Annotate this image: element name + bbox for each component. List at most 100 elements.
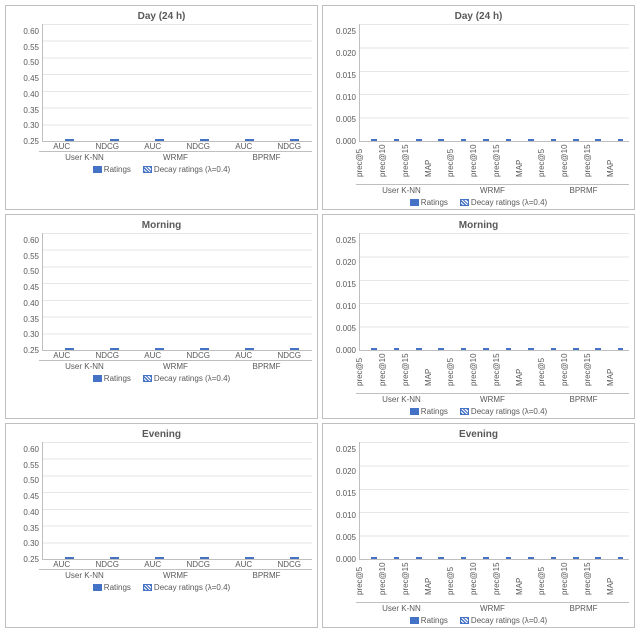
bar-group <box>584 348 606 350</box>
row-1: Day (24 h)0.600.550.500.450.400.350.300.… <box>5 5 635 210</box>
bar-decay <box>506 348 512 350</box>
x-tick-label: prec@5 <box>447 351 470 393</box>
x-tick-text: prec@10 <box>470 376 493 386</box>
bar-group <box>472 348 494 350</box>
x-tick-label: NDCG <box>85 142 131 151</box>
x-tick-text: prec@15 <box>584 376 607 386</box>
bar-decay <box>416 139 422 141</box>
bar-decay <box>245 139 254 141</box>
x-tick-label: prec@10 <box>379 142 402 184</box>
x-tick-label: AUC <box>39 560 85 569</box>
y-tick-label: 0.60 <box>11 28 39 36</box>
x-tick-text: prec@10 <box>561 376 584 386</box>
x-tick-label: prec@10 <box>379 560 402 602</box>
y-tick-label: 0.50 <box>11 477 39 485</box>
plot-area: 0.600.550.500.450.400.350.300.25 <box>11 24 312 142</box>
x-tick-label: AUC <box>130 560 176 569</box>
legend: RatingsDecay ratings (λ=0.4) <box>328 616 629 625</box>
bar-group <box>382 557 404 559</box>
x-tick-label: prec@5 <box>538 351 561 393</box>
x-tick-label: NDCG <box>267 351 313 360</box>
y-tick-label: 0.60 <box>11 446 39 454</box>
bar-group <box>427 557 449 559</box>
x-tick-label: MAP <box>515 351 538 393</box>
legend-text: Decay ratings (λ=0.4) <box>471 616 547 625</box>
x-tick-label: MAP <box>515 142 538 184</box>
x-tick-text: NDCG <box>186 142 210 151</box>
x-tick-text: NDCG <box>277 351 301 360</box>
x-tick-label: prec@10 <box>561 560 584 602</box>
x-tick-label: prec@10 <box>470 142 493 184</box>
x-tick-label: AUC <box>39 142 85 151</box>
bar-group <box>382 139 404 141</box>
x-tick-text: prec@5 <box>538 376 561 386</box>
x-tick-text: prec@5 <box>447 167 470 177</box>
legend-swatch-hatched <box>460 199 469 206</box>
legend-text: Ratings <box>104 583 131 592</box>
legend-text: Decay ratings (λ=0.4) <box>471 198 547 207</box>
bar-group <box>539 557 561 559</box>
y-tick-label: 0.45 <box>11 75 39 83</box>
y-tick-label: 0.60 <box>11 237 39 245</box>
plot-area: 0.600.550.500.450.400.350.300.25 <box>11 233 312 351</box>
bar-group <box>405 348 427 350</box>
y-tick-label: 0.005 <box>328 116 356 124</box>
x-tick-text: MAP <box>424 167 447 177</box>
bar-decay <box>483 348 489 350</box>
model-group-label: User K-NN <box>356 393 447 404</box>
bar-group <box>495 348 517 350</box>
bar-decay <box>200 348 209 350</box>
bar-decay <box>416 348 422 350</box>
x-tick-text: AUC <box>53 351 70 360</box>
bar-decay <box>371 348 377 350</box>
legend-swatch-hatched <box>143 375 152 382</box>
chart-panel: Day (24 h)0.0250.0200.0150.0100.0050.000… <box>322 5 635 210</box>
x-tick-label: MAP <box>515 560 538 602</box>
bar-decay <box>65 557 74 559</box>
y-tick-label: 0.015 <box>328 72 356 80</box>
x-tick-label: AUC <box>130 142 176 151</box>
chart-panel: Evening0.600.550.500.450.400.350.300.25A… <box>5 423 318 628</box>
legend-text: Decay ratings (λ=0.4) <box>154 583 230 592</box>
x-tick-label: prec@15 <box>493 560 516 602</box>
chart-panel: Day (24 h)0.600.550.500.450.400.350.300.… <box>5 5 318 210</box>
legend-item-decay: Decay ratings (λ=0.4) <box>143 165 230 174</box>
x-tick-label: MAP <box>606 351 629 393</box>
x-tick-label: MAP <box>606 560 629 602</box>
legend-item-decay: Decay ratings (λ=0.4) <box>460 407 547 416</box>
bar-decay <box>438 139 444 141</box>
x-tick-text: prec@15 <box>493 167 516 177</box>
y-tick-label: 0.50 <box>11 268 39 276</box>
bar-decay <box>155 139 164 141</box>
bar-group <box>539 139 561 141</box>
x-tick-text: AUC <box>235 351 252 360</box>
x-tick-text: NDCG <box>95 560 119 569</box>
bar-decay <box>483 139 489 141</box>
model-group-labels: User K-NNWRMFBPRMF <box>356 393 629 404</box>
x-tick-label: MAP <box>424 351 447 393</box>
x-tick-label: prec@10 <box>470 560 493 602</box>
x-tick-text: prec@5 <box>356 585 379 595</box>
legend-swatch-solid <box>93 375 102 382</box>
figure: Day (24 h) 0.600.550.500.450.400.350.300.… <box>0 0 640 637</box>
model-group-labels: User K-NNWRMFBPRMF <box>39 569 312 580</box>
bar-decay <box>290 348 299 350</box>
x-tick-label: prec@5 <box>538 560 561 602</box>
x-tick-label: prec@15 <box>493 351 516 393</box>
x-tick-text: AUC <box>235 560 252 569</box>
bar-decay <box>528 348 534 350</box>
x-tick-text: NDCG <box>186 560 210 569</box>
bar-group <box>382 348 404 350</box>
bars-area <box>42 24 312 142</box>
bar-group <box>222 557 267 559</box>
model-group-label: User K-NN <box>356 184 447 195</box>
y-tick-label: 0.55 <box>11 44 39 52</box>
bar-decay <box>394 557 400 559</box>
y-tick-label: 0.55 <box>11 462 39 470</box>
chart-title: Morning <box>328 220 629 231</box>
y-tick-label: 0.015 <box>328 281 356 289</box>
bar-group <box>88 348 133 350</box>
bar-group <box>177 557 222 559</box>
chart-title: Day (24 h) <box>328 11 629 22</box>
y-tick-label: 0.35 <box>11 525 39 533</box>
